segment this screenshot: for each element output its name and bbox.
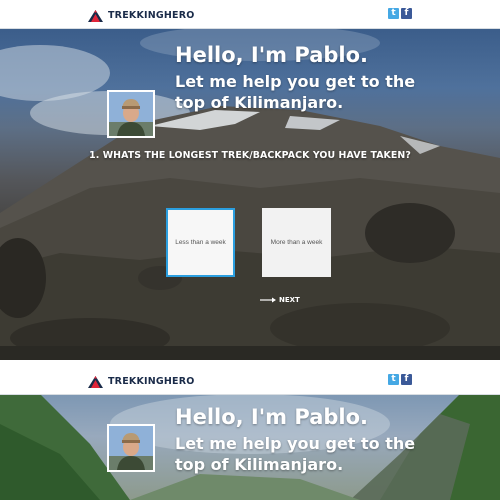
option-less-than-week[interactable]: Less than a week bbox=[166, 208, 235, 277]
option-label: More than a week bbox=[270, 238, 323, 246]
option-more-than-week[interactable]: More than a week bbox=[262, 208, 331, 277]
quiz-question: 1. WHATS THE LONGEST TREK/BACKPACK YOU H… bbox=[89, 150, 411, 161]
social-links-alt: t f bbox=[388, 374, 412, 385]
social-links: t f bbox=[388, 8, 412, 19]
next-button[interactable]: NEXT bbox=[260, 296, 300, 304]
hero-heading-alt: Hello, I'm Pablo. Let me help you get to… bbox=[175, 404, 425, 475]
guide-portrait-image bbox=[109, 426, 153, 470]
brand-name: TREKKINGHERO bbox=[108, 9, 195, 21]
greeting-title: Hello, I'm Pablo. bbox=[175, 43, 368, 67]
guide-avatar bbox=[107, 90, 155, 138]
brand-logo-alt[interactable]: TREKKINGHERO bbox=[88, 373, 195, 389]
greeting-subtitle: Let me help you get to the top of Kilima… bbox=[175, 72, 416, 112]
brand-name: TREKKINGHERO bbox=[108, 375, 195, 387]
top-navbar: TREKKINGHERO t f bbox=[0, 0, 500, 29]
greeting-subtitle: Let me help you get to the top of Kilima… bbox=[175, 434, 416, 474]
landing-page-quiz-view: TREKKINGHERO t f Hello, I'm Pablo. Let m… bbox=[0, 0, 500, 360]
facebook-icon[interactable]: f bbox=[401, 8, 412, 19]
guide-portrait-image bbox=[109, 92, 153, 136]
twitter-icon[interactable]: t bbox=[388, 374, 399, 385]
facebook-icon[interactable]: f bbox=[401, 374, 412, 385]
hero-heading: Hello, I'm Pablo. Let me help you get to… bbox=[175, 42, 425, 113]
guide-avatar-alt bbox=[107, 424, 155, 472]
top-navbar-alt: TREKKINGHERO t f bbox=[0, 366, 500, 395]
twitter-icon[interactable]: t bbox=[388, 8, 399, 19]
mountain-logo-icon bbox=[88, 375, 103, 388]
greeting-title: Hello, I'm Pablo. bbox=[175, 405, 368, 429]
arrow-right-icon bbox=[260, 297, 276, 303]
brand-logo[interactable]: TREKKINGHERO bbox=[88, 7, 195, 23]
next-label: NEXT bbox=[279, 296, 300, 304]
option-label: Less than a week bbox=[175, 238, 226, 246]
mountain-logo-icon bbox=[88, 9, 103, 22]
